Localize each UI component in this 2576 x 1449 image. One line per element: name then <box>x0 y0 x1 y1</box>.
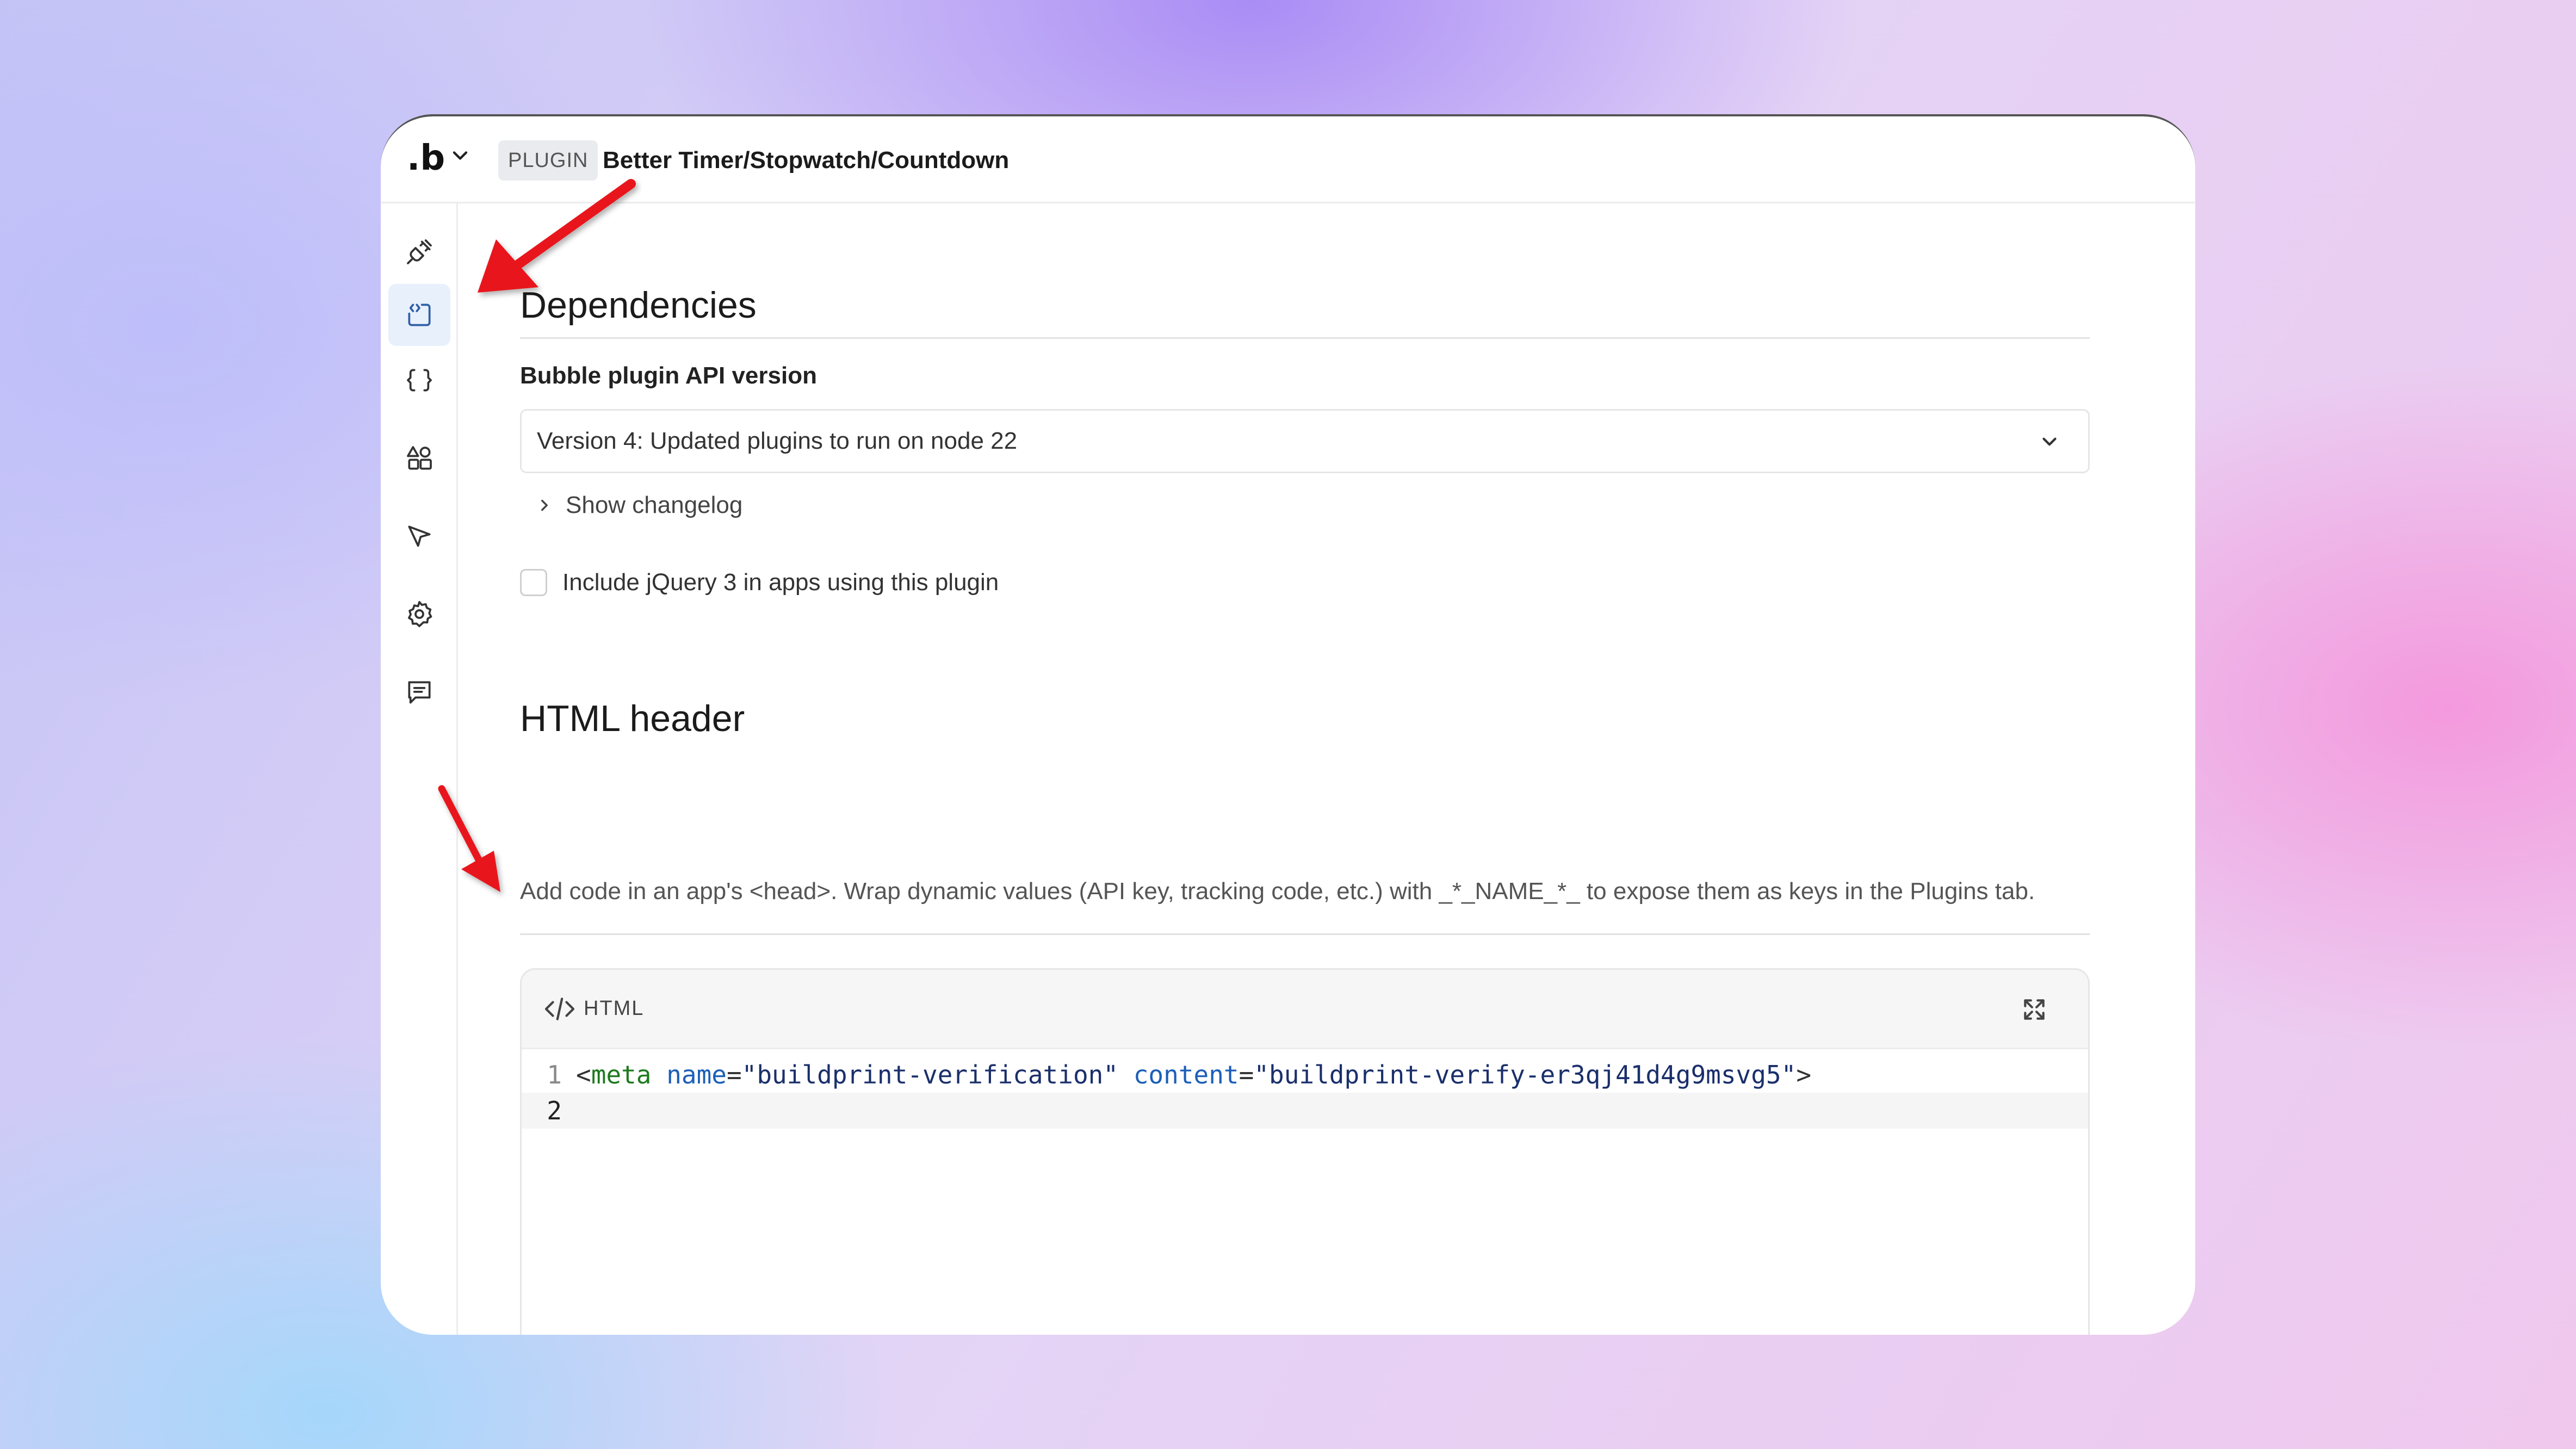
plug-icon <box>407 239 432 264</box>
code-line[interactable]: 2 <box>522 1093 2088 1129</box>
chevron-down-icon <box>2042 437 2057 446</box>
show-changelog-toggle[interactable]: Show changelog <box>535 492 742 519</box>
sidebar-item-elements[interactable] <box>388 428 450 490</box>
sidebar <box>381 203 458 1335</box>
sidebar-item-settings[interactable] <box>388 583 450 645</box>
shapes-icon <box>407 446 432 470</box>
editor-header: HTML <box>522 970 2088 1049</box>
api-version-label: Bubble plugin API version <box>520 362 817 389</box>
jquery-checkbox[interactable] <box>520 569 547 596</box>
annotation-arrow-icon <box>438 785 500 892</box>
annotation-arrow-icon <box>478 179 636 293</box>
gear-icon <box>408 600 432 628</box>
sidebar-item-reviews[interactable] <box>388 661 450 723</box>
divider <box>520 933 2090 935</box>
line-number: 1 <box>547 1060 562 1089</box>
plugin-name: Better Timer/Stopwatch/Countdown <box>603 147 1010 174</box>
html-header-title: HTML header <box>520 698 745 739</box>
top-bar: .b PLUGIN Better Timer/Stopwatch/Countdo… <box>381 116 2195 203</box>
braces-icon <box>407 369 432 392</box>
show-changelog-label: Show changelog <box>566 492 743 518</box>
sidebar-item-shared[interactable] <box>388 284 450 346</box>
code-icon <box>544 997 575 1020</box>
code-file-icon <box>408 304 431 326</box>
app-window: .b PLUGIN Better Timer/Stopwatch/Countdo… <box>381 114 2195 1335</box>
sidebar-item-general[interactable] <box>388 221 450 283</box>
jquery-label: Include jQuery 3 in apps using this plug… <box>562 569 999 596</box>
html-header-description: Add code in an app's <head>. Wrap dynami… <box>520 878 2035 905</box>
bubble-logo[interactable]: .b <box>407 138 445 178</box>
message-icon <box>408 681 431 704</box>
editor-language: HTML <box>584 997 645 1020</box>
line-number: 2 <box>547 1096 562 1125</box>
chevron-down-icon[interactable] <box>448 144 472 168</box>
code-editor[interactable]: HTML 1 <meta name="buildprint-verificatio… <box>520 968 2090 1335</box>
code-line[interactable]: 1 <meta name="buildprint-verification" co… <box>522 1057 2088 1093</box>
sidebar-item-actions[interactable] <box>388 506 450 568</box>
api-version-select[interactable]: Version 4: Updated plugins to run on nod… <box>520 409 2090 473</box>
api-version-value: Version 4: Updated plugins to run on nod… <box>537 428 1018 454</box>
divider <box>520 337 2090 339</box>
jquery-option[interactable]: Include jQuery 3 in apps using this plug… <box>520 569 999 596</box>
code-text: <meta name="buildprint-verification" con… <box>576 1060 1812 1089</box>
expand-icon[interactable] <box>2021 996 2048 1023</box>
chevron-right-icon <box>541 499 548 511</box>
cursor-icon <box>408 525 431 547</box>
sidebar-item-api[interactable] <box>388 349 450 411</box>
